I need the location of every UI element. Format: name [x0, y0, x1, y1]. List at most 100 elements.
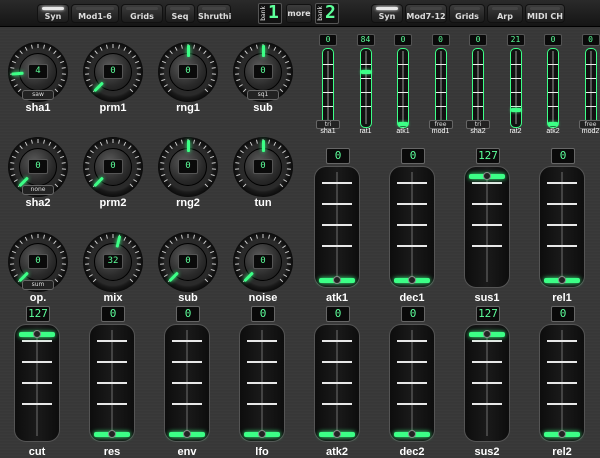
lfo-fader-thumb[interactable] — [548, 122, 558, 126]
env1-fader-knob[interactable] — [408, 276, 416, 284]
knob-tick — [93, 279, 96, 282]
knob-tick — [25, 142, 27, 146]
env1-fader-knob[interactable] — [333, 276, 341, 284]
env1-fader-dec1[interactable]: 0 — [389, 148, 435, 290]
lfo-fader-tick — [323, 78, 333, 79]
knob-sub-10[interactable]: 0 — [158, 232, 218, 292]
knob-tick — [165, 56, 168, 58]
tab-indicator — [126, 7, 158, 10]
knob-noise-11[interactable]: 0 — [233, 232, 293, 292]
knob-rng2-6[interactable]: 0 — [158, 137, 218, 197]
knob-tick — [279, 146, 282, 149]
knob-tick — [31, 235, 32, 239]
knob-tick — [240, 151, 243, 153]
lfo-fader-tick — [511, 64, 521, 65]
knob-tick — [283, 275, 286, 277]
tab-grids-right[interactable]: Grids — [449, 4, 485, 23]
bottom-fader-knob[interactable] — [33, 330, 41, 338]
env1-fader-knob[interactable] — [558, 276, 566, 284]
bottom-fader-atk2[interactable]: 0 — [314, 306, 360, 444]
lfo-fader-0[interactable]: 0tri — [311, 34, 345, 130]
tab-seq[interactable]: Seq — [165, 4, 195, 23]
lfo-fader-1[interactable]: 84 — [349, 34, 383, 130]
lfo-fader-3[interactable]: 0free — [424, 34, 458, 130]
bottom-fader-knob[interactable] — [258, 430, 266, 438]
knob-tick — [211, 79, 215, 80]
top-bar: Syn Mod1-6 Grids Seq Shruthi bank 1 more… — [0, 0, 600, 27]
tab-shruthi[interactable]: Shruthi — [197, 4, 231, 23]
knob-prm1-1[interactable]: 0 — [83, 42, 143, 102]
knob-tick — [87, 251, 91, 253]
bank-right-selector[interactable]: bank 2 — [315, 3, 339, 24]
knob-tick — [256, 235, 257, 239]
tab-syn-left[interactable]: Syn — [37, 4, 69, 23]
tab-arp[interactable]: Arp — [487, 4, 523, 23]
bottom-fader-knob[interactable] — [333, 430, 341, 438]
tab-mod7-12[interactable]: Mod7-12 — [405, 4, 447, 23]
bottom-fader-knob[interactable] — [408, 430, 416, 438]
knob-tick — [162, 251, 166, 253]
knob-prm2-5[interactable]: 0 — [83, 137, 143, 197]
bottom-fader-knob[interactable] — [108, 430, 116, 438]
lfo-fader-thumb[interactable] — [511, 108, 521, 112]
lfo-fader-tick — [361, 106, 371, 107]
knob-sha1-0[interactable]: 4saw — [8, 42, 68, 102]
bottom-fader-res[interactable]: 0 — [89, 306, 135, 444]
bottom-fader-knob[interactable] — [483, 330, 491, 338]
bottom-fader-lfo[interactable]: 0 — [239, 306, 285, 444]
lfo-fader-tick — [436, 106, 446, 107]
knob-value-display: 0 — [178, 64, 198, 79]
env1-fader-knob[interactable] — [483, 172, 491, 180]
knob-mode-tag[interactable]: saw — [22, 90, 54, 100]
bottom-fader-knob[interactable] — [558, 430, 566, 438]
bottom-fader-env[interactable]: 0 — [164, 306, 210, 444]
lfo-fader-thumb[interactable] — [361, 70, 371, 74]
lfo-fader-7[interactable]: 0free — [574, 34, 600, 130]
knob-tick — [11, 174, 15, 175]
tab-midi-ch[interactable]: MIDI CH — [525, 4, 565, 23]
env1-fader-tick — [472, 245, 502, 247]
knob-tick — [282, 246, 285, 248]
knob-tick — [135, 61, 139, 63]
knob-tick — [10, 68, 14, 69]
lfo-fader-tick — [511, 92, 521, 93]
knob-sub-3[interactable]: 0sq1 — [233, 42, 293, 102]
knob-sha2-4[interactable]: 0none — [8, 137, 68, 197]
lfo-fader-5[interactable]: 21 — [499, 34, 533, 130]
knob-tun-7[interactable]: 0 — [233, 137, 293, 197]
bottom-fader-cut[interactable]: 127 — [14, 306, 60, 444]
bottom-fader-rel2[interactable]: 0 — [539, 306, 585, 444]
tab-mod1-6[interactable]: Mod1-6 — [71, 4, 119, 23]
lfo-fader-tick — [473, 92, 483, 93]
lfo-fader-2[interactable]: 0 — [386, 34, 420, 130]
tab-syn-right[interactable]: Syn — [371, 4, 403, 23]
knob-mode-tag[interactable]: none — [22, 185, 54, 195]
more-button[interactable]: more — [286, 4, 312, 23]
knob-tick — [240, 56, 243, 58]
knob-mix-9[interactable]: 32 — [83, 232, 143, 292]
tab-grids-left[interactable]: Grids — [121, 4, 163, 23]
tab-indicator — [530, 7, 560, 10]
knob-op-8[interactable]: 0sum — [8, 232, 68, 292]
lfo-fader-4[interactable]: 0tri — [461, 34, 495, 130]
knob-tick — [14, 85, 17, 87]
env1-fader-atk1[interactable]: 0 — [314, 148, 360, 290]
knob-tick — [130, 89, 133, 92]
knob-mode-tag[interactable]: sum — [22, 280, 54, 290]
knob-tick — [137, 163, 141, 164]
bottom-fader-label: rel2 — [532, 446, 592, 458]
lfo-fader-thumb[interactable] — [398, 122, 408, 126]
knob-mode-tag[interactable]: sq1 — [247, 90, 279, 100]
bottom-fader-sus2[interactable]: 127 — [464, 306, 510, 444]
env1-fader-rel1[interactable]: 0 — [539, 148, 585, 290]
knob-tick — [124, 142, 126, 146]
lfo-fader-6[interactable]: 0 — [536, 34, 570, 130]
lfo-fader-tick — [511, 106, 521, 107]
knob-label: prm1 — [73, 102, 153, 114]
knob-rng1-2[interactable]: 0 — [158, 42, 218, 102]
env1-fader-sus1[interactable]: 127 — [464, 148, 510, 290]
bottom-fader-dec2[interactable]: 0 — [389, 306, 435, 444]
bank-left-selector[interactable]: bank 1 — [258, 3, 282, 24]
bottom-fader-knob[interactable] — [183, 430, 191, 438]
knob-tick — [58, 180, 61, 182]
